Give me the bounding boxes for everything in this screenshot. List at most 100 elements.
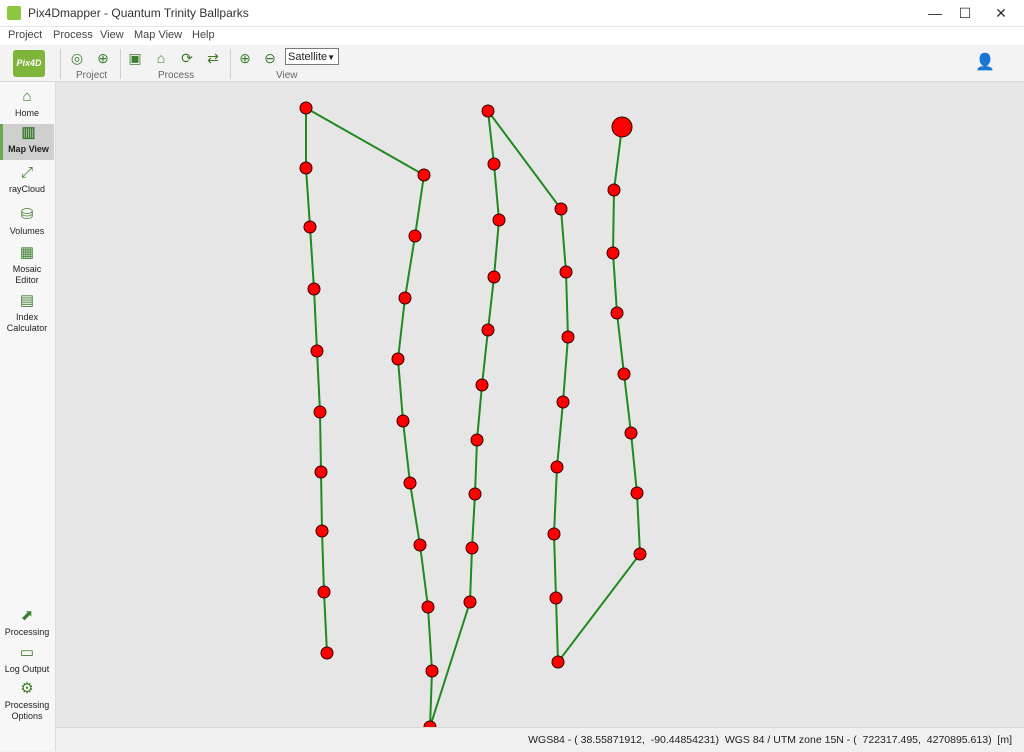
menu-view[interactable]: View bbox=[100, 29, 124, 41]
zoom-in-icon[interactable]: ⊕ bbox=[236, 49, 254, 67]
camera-position-point[interactable] bbox=[550, 460, 564, 474]
sidebar-item-label: Index Calculator bbox=[6, 312, 48, 333]
open-project-icon[interactable]: ◎ bbox=[68, 49, 86, 67]
camera-position-point[interactable] bbox=[554, 202, 568, 216]
camera-position-point[interactable] bbox=[413, 538, 427, 552]
check-processing-icon[interactable]: ▣ bbox=[126, 49, 144, 67]
gcp-manager-icon[interactable]: ⊕ bbox=[94, 49, 112, 67]
camera-position-point[interactable] bbox=[556, 395, 570, 409]
pix4d-app-icon bbox=[7, 6, 21, 20]
sidebar-item-log-output[interactable]: ▭ Log Output bbox=[0, 644, 54, 678]
reoptimize-icon[interactable]: ⇄ bbox=[204, 49, 222, 67]
chevron-down-icon: ▼ bbox=[327, 53, 335, 62]
menu-process[interactable]: Process bbox=[53, 29, 93, 41]
menu-bar: Project Process View Map View Help bbox=[0, 27, 1024, 45]
camera-position-point[interactable] bbox=[421, 600, 435, 614]
flight-start-point[interactable] bbox=[611, 116, 633, 138]
camera-position-point[interactable] bbox=[310, 344, 324, 358]
camera-position-point[interactable] bbox=[425, 664, 439, 678]
sidebar-item-processing[interactable]: ⬈ Processing bbox=[0, 607, 54, 641]
group-label-view: View bbox=[276, 70, 298, 81]
index-calculator-icon: ▤ bbox=[19, 292, 35, 309]
camera-position-point[interactable] bbox=[317, 585, 331, 599]
separator bbox=[120, 49, 121, 79]
sidebar-item-raycloud[interactable]: ⤢ rayCloud bbox=[0, 164, 54, 200]
volumes-icon: ⛁ bbox=[20, 206, 34, 223]
coordinate-readout: WGS84 - ( 38.55871912, -90.44854231) WGS… bbox=[528, 734, 1012, 746]
camera-position-point[interactable] bbox=[320, 646, 334, 660]
menu-map-view[interactable]: Map View bbox=[134, 29, 182, 41]
camera-position-point[interactable] bbox=[299, 101, 313, 115]
refresh-icon[interactable]: ⟳ bbox=[178, 49, 196, 67]
camera-position-point[interactable] bbox=[391, 352, 405, 366]
camera-position-point[interactable] bbox=[481, 323, 495, 337]
zoom-out-icon[interactable]: ⊖ bbox=[261, 49, 279, 67]
sidebar-item-mosaic-editor[interactable]: ▦ Mosaic Editor bbox=[0, 244, 54, 288]
sidebar-item-label: Processing bbox=[4, 627, 50, 637]
log-output-icon: ▭ bbox=[19, 644, 35, 661]
camera-position-point[interactable] bbox=[408, 229, 422, 243]
camera-position-point[interactable] bbox=[315, 524, 329, 538]
camera-position-point[interactable] bbox=[299, 161, 313, 175]
mosaic-editor-icon: ▦ bbox=[19, 244, 35, 261]
map-view-canvas[interactable] bbox=[56, 82, 1024, 727]
sidebar-item-label: Home bbox=[14, 108, 39, 118]
camera-position-point[interactable] bbox=[606, 246, 620, 260]
camera-position-point[interactable] bbox=[633, 547, 647, 561]
flight-path-line bbox=[305, 106, 642, 727]
sidebar-item-processing-options[interactable]: ⚙ Processing Options bbox=[0, 680, 54, 726]
processing-icon: ⬈ bbox=[20, 607, 34, 624]
sidebar-item-label: Processing Options bbox=[4, 700, 50, 721]
sidebar-item-home[interactable]: ⌂ Home bbox=[0, 88, 54, 124]
basemap-select[interactable]: Satellite ▼ bbox=[285, 48, 339, 65]
camera-position-point[interactable] bbox=[487, 270, 501, 284]
flight-plan-map[interactable] bbox=[56, 82, 1024, 727]
camera-position-point[interactable] bbox=[465, 541, 479, 555]
camera-position-point[interactable] bbox=[475, 378, 489, 392]
camera-position-point[interactable] bbox=[607, 183, 621, 197]
camera-position-point[interactable] bbox=[617, 367, 631, 381]
separator bbox=[230, 49, 231, 79]
user-account-icon[interactable]: 👤 bbox=[975, 52, 995, 72]
close-button[interactable]: ✕ bbox=[984, 0, 1018, 26]
camera-position-point[interactable] bbox=[624, 426, 638, 440]
sidebar-item-index-calculator[interactable]: ▤ Index Calculator bbox=[0, 292, 54, 336]
menu-help[interactable]: Help bbox=[192, 29, 215, 41]
raycloud-icon: ⤢ bbox=[20, 164, 33, 181]
camera-position-point[interactable] bbox=[314, 465, 328, 479]
camera-position-point[interactable] bbox=[551, 655, 565, 669]
menu-project[interactable]: Project bbox=[8, 29, 42, 41]
pix4d-logo: Pix4D bbox=[13, 50, 45, 77]
sidebar-item-map-view[interactable]: ▥ Map View bbox=[0, 124, 54, 160]
camera-position-point[interactable] bbox=[547, 527, 561, 541]
camera-position-point[interactable] bbox=[630, 486, 644, 500]
camera-position-point[interactable] bbox=[549, 591, 563, 605]
camera-position-point[interactable] bbox=[561, 330, 575, 344]
camera-position-point[interactable] bbox=[487, 157, 501, 171]
camera-position-point[interactable] bbox=[396, 414, 410, 428]
separator bbox=[60, 49, 61, 79]
camera-position-point[interactable] bbox=[313, 405, 327, 419]
camera-position-point[interactable] bbox=[403, 476, 417, 490]
group-label-process: Process bbox=[158, 70, 195, 81]
camera-position-point[interactable] bbox=[481, 104, 495, 118]
camera-position-point[interactable] bbox=[468, 487, 482, 501]
sidebar: ⌂ Home ▥ Map View ⤢ rayCloud ⛁ Volumes ▦… bbox=[0, 82, 56, 751]
sidebar-item-label: Map View bbox=[8, 144, 49, 154]
camera-position-point[interactable] bbox=[492, 213, 506, 227]
status-bar: WGS84 - ( 38.55871912, -90.44854231) WGS… bbox=[56, 727, 1024, 752]
camera-position-point[interactable] bbox=[417, 168, 431, 182]
camera-position-point[interactable] bbox=[307, 282, 321, 296]
camera-position-point[interactable] bbox=[303, 220, 317, 234]
camera-position-point[interactable] bbox=[470, 433, 484, 447]
camera-position-point[interactable] bbox=[610, 306, 624, 320]
camera-position-point[interactable] bbox=[559, 265, 573, 279]
gear-icon: ⚙ bbox=[20, 680, 34, 697]
minimize-button[interactable]: — bbox=[918, 0, 952, 26]
sidebar-item-label: Log Output bbox=[4, 664, 50, 674]
local-processing-icon[interactable]: ⌂ bbox=[152, 49, 170, 67]
camera-position-point[interactable] bbox=[398, 291, 412, 305]
camera-position-point[interactable] bbox=[463, 595, 477, 609]
maximize-button[interactable]: ☐ bbox=[948, 0, 982, 26]
sidebar-item-volumes[interactable]: ⛁ Volumes bbox=[0, 206, 54, 242]
